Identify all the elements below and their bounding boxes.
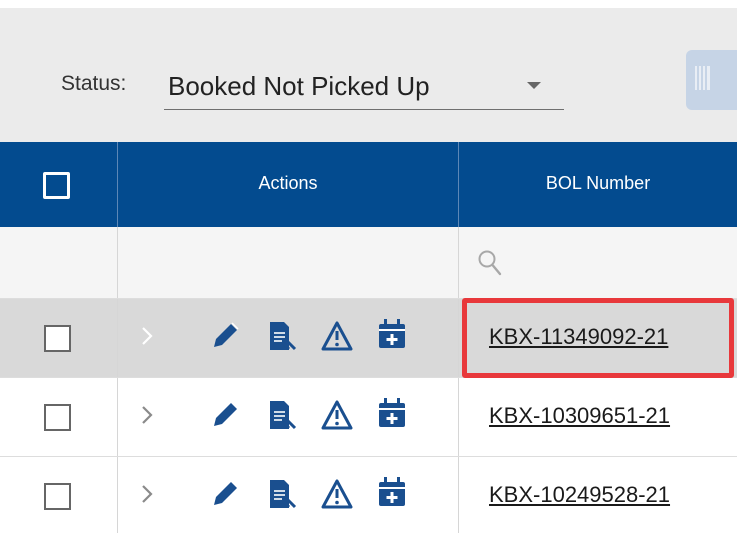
bol-filter-input[interactable] [459, 227, 737, 299]
row-checkbox[interactable] [44, 483, 71, 510]
column-header-actions-label: Actions [258, 173, 318, 193]
calendar-plus-icon[interactable] [375, 317, 409, 351]
table-row[interactable]: KBX-10249528-21 [0, 457, 737, 533]
column-header-bol-label: BOL Number [545, 173, 651, 193]
select-all-cell [0, 142, 117, 227]
table-row[interactable]: KBX-10309651-21 [0, 378, 737, 457]
document-icon[interactable] [265, 477, 299, 511]
column-header-actions[interactable]: Actions [118, 142, 458, 227]
calendar-plus-icon[interactable] [375, 475, 409, 509]
row-checkbox[interactable] [44, 404, 71, 431]
document-icon[interactable] [265, 319, 299, 353]
column-filter-row [0, 227, 737, 299]
warning-triangle-icon[interactable] [320, 477, 354, 511]
warning-triangle-icon[interactable] [320, 319, 354, 353]
table-header: Actions BOL Number [0, 142, 737, 227]
pencil-icon[interactable] [208, 398, 242, 432]
warning-triangle-icon[interactable] [320, 398, 354, 432]
chevron-right-icon[interactable] [140, 483, 154, 505]
barcode-button[interactable] [686, 50, 737, 110]
filter-toolbar: Status: Booked Not Picked Up [0, 8, 737, 142]
chevron-right-icon[interactable] [140, 404, 154, 426]
document-icon[interactable] [265, 398, 299, 432]
search-icon [478, 250, 502, 276]
status-selected-value: Booked Not Picked Up [168, 71, 430, 101]
status-label: Status: [61, 72, 127, 95]
chevron-right-icon[interactable] [140, 325, 154, 347]
status-dropdown[interactable]: Booked Not Picked Up [164, 60, 564, 110]
pencil-icon[interactable] [208, 477, 242, 511]
row-checkbox[interactable] [44, 325, 71, 352]
column-header-bol-number[interactable]: BOL Number [459, 142, 737, 227]
chevron-down-icon [527, 82, 541, 89]
bol-number-link[interactable]: KBX-11349092-21 [489, 324, 668, 350]
bol-number-link[interactable]: KBX-10309651-21 [489, 403, 670, 429]
calendar-plus-icon[interactable] [375, 396, 409, 430]
table-row[interactable]: KBX-11349092-21 [0, 299, 737, 378]
bol-number-link[interactable]: KBX-10249528-21 [489, 482, 670, 508]
pencil-icon[interactable] [208, 319, 242, 353]
select-all-checkbox[interactable] [43, 172, 70, 199]
